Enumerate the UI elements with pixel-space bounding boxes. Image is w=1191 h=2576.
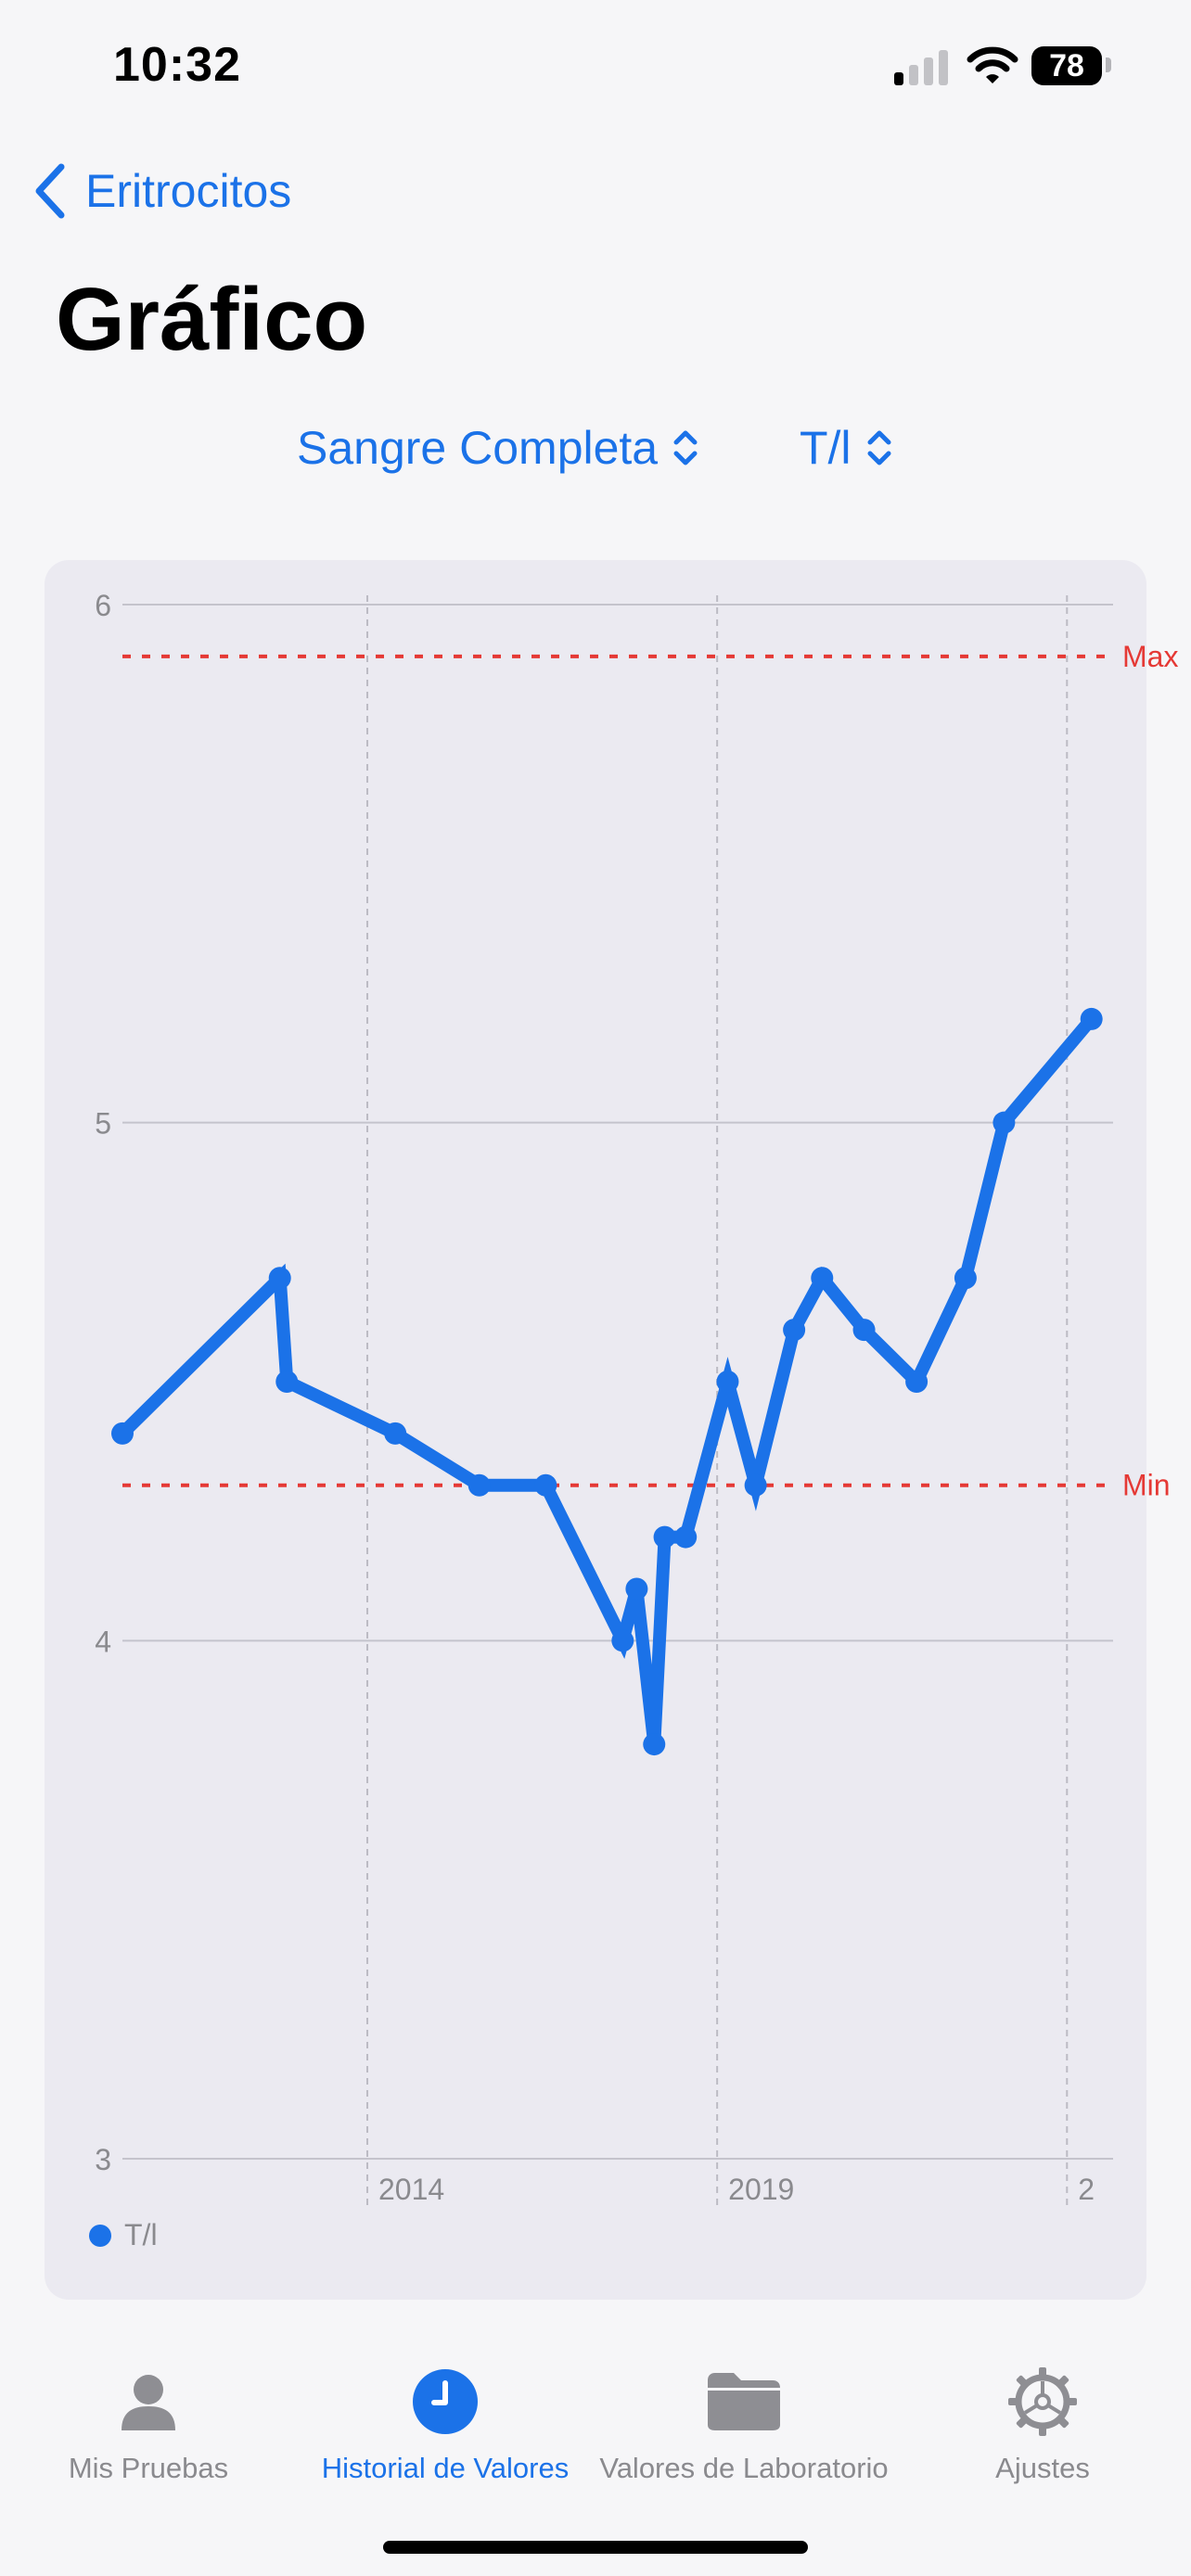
reference-label-min: Min: [1122, 1469, 1171, 1502]
x-tick-label: 2019: [728, 2173, 794, 2206]
y-tick-label: 3: [95, 2143, 111, 2176]
line-chart: Max Min 3 4 5 6 2014 2019 2: [95, 589, 1178, 2206]
wifi-icon: [967, 46, 1018, 83]
tab-label: Historial de Valores: [321, 2452, 570, 2484]
clock-icon: [413, 2369, 478, 2434]
unit-picker[interactable]: T/l: [800, 415, 892, 480]
chevron-left-icon: [35, 163, 65, 219]
tab-label: Mis Pruebas: [68, 2452, 229, 2484]
tab-mis-pruebas[interactable]: Mis Pruebas: [0, 2363, 297, 2485]
data-point: [992, 1111, 1016, 1134]
status-icons: 78: [894, 43, 1117, 89]
data-point: [852, 1319, 876, 1342]
back-button[interactable]: Eritrocitos: [33, 161, 291, 221]
reference-label-max: Max: [1122, 640, 1178, 673]
page-title: Gráfico: [56, 270, 368, 369]
legend-label: T/l: [124, 2218, 158, 2251]
tab-valores-de-laboratorio[interactable]: Valores de Laboratorio: [596, 2363, 892, 2485]
unit-label: T/l: [800, 422, 852, 474]
data-point: [1080, 1007, 1103, 1030]
screen: 10:32 78 Eritrocitos Gráfico Sangre Comp…: [0, 0, 1191, 2576]
data-point: [467, 1473, 491, 1497]
data-point: [275, 1371, 299, 1393]
data-point: [744, 1473, 767, 1497]
sample-type-picker[interactable]: Sangre Completa: [297, 415, 698, 480]
status-time: 10:32: [113, 38, 241, 92]
tab-ajustes[interactable]: Ajustes: [894, 2363, 1191, 2485]
data-point: [716, 1371, 739, 1393]
series-line: [116, 1012, 1098, 1745]
back-label: Eritrocitos: [85, 165, 292, 217]
data-point: [783, 1319, 806, 1342]
data-point: [811, 1267, 834, 1290]
data-point: [905, 1371, 928, 1393]
data-point: [111, 1422, 134, 1445]
tab-label: Ajustes: [995, 2452, 1090, 2484]
person-icon: [122, 2375, 175, 2430]
tab-historial-de-valores[interactable]: Historial de Valores: [297, 2363, 594, 2485]
data-point: [653, 1525, 676, 1549]
data-point: [268, 1267, 291, 1290]
home-indicator[interactable]: [383, 2541, 808, 2554]
x-tick-label: 2014: [378, 2173, 444, 2206]
chevron-up-down-icon: [867, 430, 891, 465]
x-tick-label: 2: [1078, 2173, 1095, 2206]
data-point: [625, 1577, 648, 1600]
data-point: [611, 1629, 634, 1652]
data-point: [954, 1267, 977, 1290]
data-point: [384, 1422, 407, 1445]
data-point: [674, 1525, 698, 1549]
gear-icon: [1008, 2367, 1077, 2436]
legend-swatch: [89, 2224, 111, 2247]
y-tick-label: 4: [95, 1625, 111, 1658]
data-point: [534, 1473, 557, 1497]
data-point: [643, 1733, 666, 1756]
battery-level: 78: [1031, 46, 1102, 85]
sample-type-label: Sangre Completa: [297, 422, 659, 474]
folder-icon: [708, 2373, 780, 2430]
chevron-up-down-icon: [673, 430, 698, 465]
y-tick-label: 6: [95, 589, 111, 622]
tab-label: Valores de Laboratorio: [599, 2452, 889, 2484]
chart-legend: T/l: [89, 2218, 158, 2252]
y-tick-label: 5: [95, 1107, 111, 1141]
